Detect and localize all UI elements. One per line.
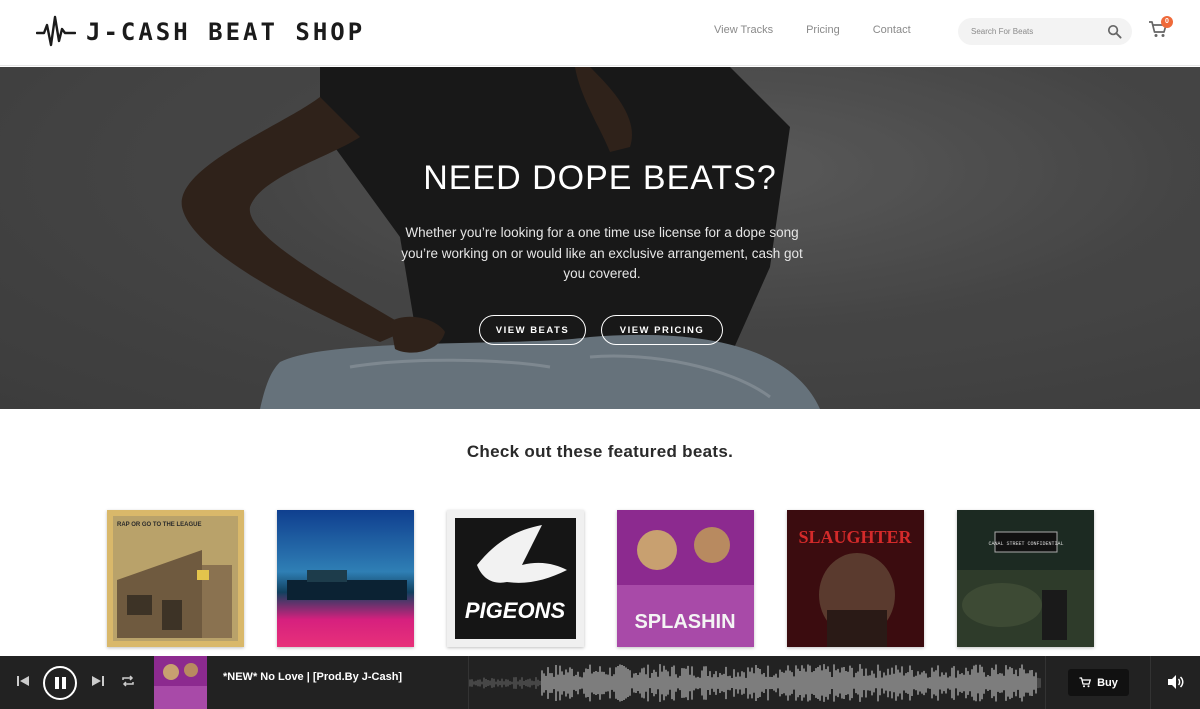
pause-icon-bar [62, 677, 66, 689]
nav-view-tracks[interactable]: View Tracks [714, 24, 773, 36]
repeat-icon[interactable] [120, 673, 136, 689]
beat-cover-6[interactable]: CANAL STREET CONFIDENTIAL [957, 510, 1094, 647]
album-art-image: SLAUGHTER [787, 510, 924, 647]
now-playing-title: *NEW* No Love | [Prod.By J-Cash] [223, 671, 403, 683]
album-art-image: CANAL STREET CONFIDENTIAL [957, 510, 1094, 647]
buy-button[interactable]: Buy [1068, 669, 1129, 696]
search-bar [958, 18, 1132, 45]
buy-label: Buy [1097, 676, 1118, 689]
waveform-seekbar[interactable] [468, 662, 1044, 704]
beat-cover-3[interactable]: PIGEONS [447, 510, 584, 647]
pause-icon-bar [55, 677, 59, 689]
view-pricing-button[interactable]: VIEW PRICING [601, 315, 723, 345]
main-nav: View Tracks Pricing Contact [714, 24, 944, 36]
nav-pricing[interactable]: Pricing [806, 24, 840, 36]
cover-text: CANAL STREET CONFIDENTIAL [988, 541, 1063, 547]
featured-covers: RAP OR GO TO THE LEAGUE PIGEONS SPLASHIN… [107, 510, 1094, 647]
featured-heading: Check out these featured beats. [466, 442, 734, 461]
cart-icon [1079, 677, 1092, 688]
beat-cover-2[interactable] [277, 510, 414, 647]
search-icon[interactable] [1107, 24, 1122, 39]
cover-text: PIGEONS [465, 598, 566, 623]
hero-buttons: VIEW BEATS VIEW PRICING [479, 315, 723, 345]
pause-button[interactable] [43, 666, 77, 700]
previous-track-icon[interactable] [15, 673, 31, 689]
waveform-logo-icon [36, 15, 76, 47]
album-art-image [154, 656, 207, 709]
album-art-image [277, 510, 414, 647]
hero-subtitle: Whether you’re looking for a one time us… [401, 225, 803, 281]
view-beats-button[interactable]: VIEW BEATS [479, 315, 586, 345]
album-art-image: PIGEONS [447, 510, 584, 647]
brand-logo[interactable]: J-CASH BEAT SHOP [36, 14, 365, 50]
album-art-image: SPLASHIN [617, 510, 754, 647]
search-input[interactable] [971, 24, 1101, 39]
beat-cover-1[interactable]: RAP OR GO TO THE LEAGUE [107, 510, 244, 647]
cover-text: SPLASHIN [634, 611, 735, 633]
site-header: J-CASH BEAT SHOP View Tracks Pricing Con… [0, 0, 1200, 66]
hero-title: NEED DOPE BEATS? [423, 159, 777, 197]
cover-text: RAP OR GO TO THE LEAGUE [117, 522, 201, 528]
next-track-icon[interactable] [90, 673, 106, 689]
divider [1045, 656, 1046, 709]
volume-icon[interactable] [1167, 674, 1185, 690]
beat-cover-5[interactable]: SLAUGHTER [787, 510, 924, 647]
divider [1150, 656, 1151, 709]
hero-section: NEED DOPE BEATS? Whether you’re looking … [0, 67, 1200, 409]
cart-count-badge: 0 [1161, 16, 1173, 28]
brand-name: J-CASH BEAT SHOP [86, 18, 366, 46]
audio-player: *NEW* No Love | [Prod.By J-Cash] Buy [0, 656, 1200, 709]
now-playing-thumbnail [154, 656, 207, 709]
album-art-image: RAP OR GO TO THE LEAGUE [107, 510, 244, 647]
beat-cover-4[interactable]: SPLASHIN [617, 510, 754, 647]
cover-text: SLAUGHTER [798, 527, 912, 547]
nav-contact[interactable]: Contact [873, 24, 911, 36]
